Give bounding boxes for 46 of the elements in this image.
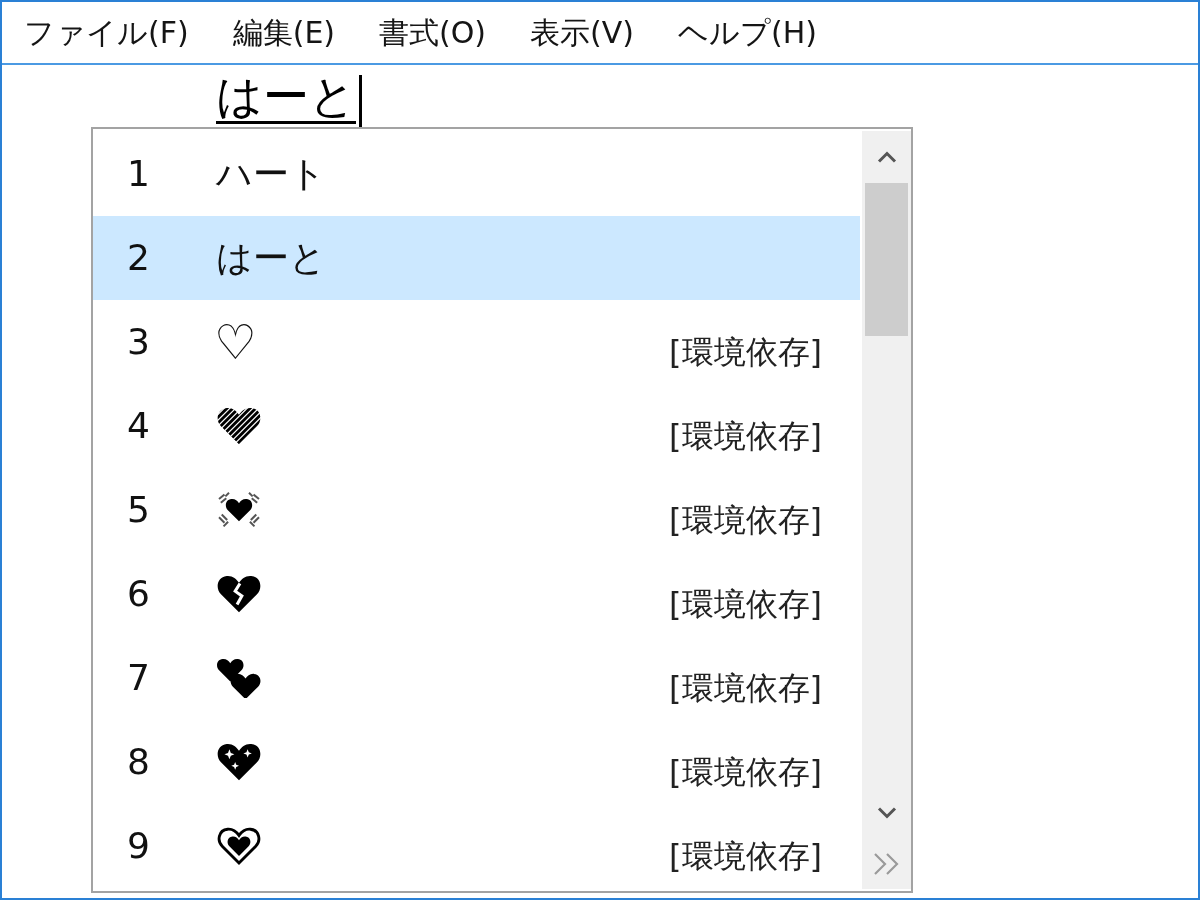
candidate-number: 2 xyxy=(127,238,150,278)
candidate-item[interactable]: 1 ハート xyxy=(93,132,860,216)
sparkling-heart-icon xyxy=(216,742,262,782)
chevron-down-icon[interactable] xyxy=(876,807,897,819)
vibrating-heart-icon xyxy=(216,490,262,530)
candidate-item[interactable]: 9 [環境依存] xyxy=(93,804,860,888)
candidate-annotation: [環境依存] xyxy=(669,839,822,875)
candidate-annotation: [環境依存] xyxy=(669,755,822,791)
candidate-item[interactable]: 7 [環境依存] xyxy=(93,636,860,720)
broken-heart-icon xyxy=(216,574,262,614)
candidate-annotation: [環境依存] xyxy=(669,587,822,623)
candidate-item[interactable]: 8 [環境依存] xyxy=(93,720,860,804)
candidate-annotation: [環境依存] xyxy=(669,671,822,707)
candidate-annotation: [環境依存] xyxy=(669,419,822,455)
candidate-number: 5 xyxy=(127,490,150,530)
scrollbar-thumb[interactable] xyxy=(865,183,908,336)
candidate-number: 6 xyxy=(127,574,150,614)
candidate-item[interactable]: 4 [環境依存] xyxy=(93,384,860,468)
scrollbar[interactable] xyxy=(862,131,911,889)
composition-text: はーと xyxy=(216,72,356,125)
menu-item[interactable]: 書式(O) xyxy=(357,10,509,55)
two-hearts-icon xyxy=(216,658,262,698)
candidate-number: 1 xyxy=(127,154,150,194)
candidate-item[interactable]: 5 [環境依存] xyxy=(93,468,860,552)
candidate-annotation: [環境依存] xyxy=(669,503,822,539)
candidate-symbol: ♡ xyxy=(214,318,258,366)
framed-heart-icon xyxy=(216,826,262,866)
striped-heart-icon xyxy=(216,406,262,446)
candidate-number: 8 xyxy=(127,742,150,782)
candidate-number: 3 xyxy=(127,322,150,362)
menu-item[interactable]: ファイル(F) xyxy=(2,10,211,55)
candidate-annotation: [環境依存] xyxy=(669,335,822,371)
candidate-text: ハート xyxy=(216,154,326,194)
candidate-item[interactable]: 6 [環境依存] xyxy=(93,552,860,636)
menu-item[interactable]: 編集(E) xyxy=(210,10,358,55)
menu-item[interactable]: ヘルプ(H) xyxy=(656,10,839,55)
candidate-number: 9 xyxy=(127,826,150,866)
menu-item[interactable]: 表示(V) xyxy=(508,10,656,55)
candidate-item[interactable]: 2 はーと xyxy=(93,216,860,300)
candidate-number: 4 xyxy=(127,406,150,446)
candidate-number: 7 xyxy=(127,658,150,698)
double-chevron-right-icon[interactable] xyxy=(872,852,901,876)
text-cursor-icon xyxy=(359,75,362,127)
candidate-text: はーと xyxy=(216,238,326,278)
chevron-up-icon[interactable] xyxy=(876,151,897,163)
candidate-item[interactable]: 3 ♡ [環境依存] xyxy=(93,300,860,384)
